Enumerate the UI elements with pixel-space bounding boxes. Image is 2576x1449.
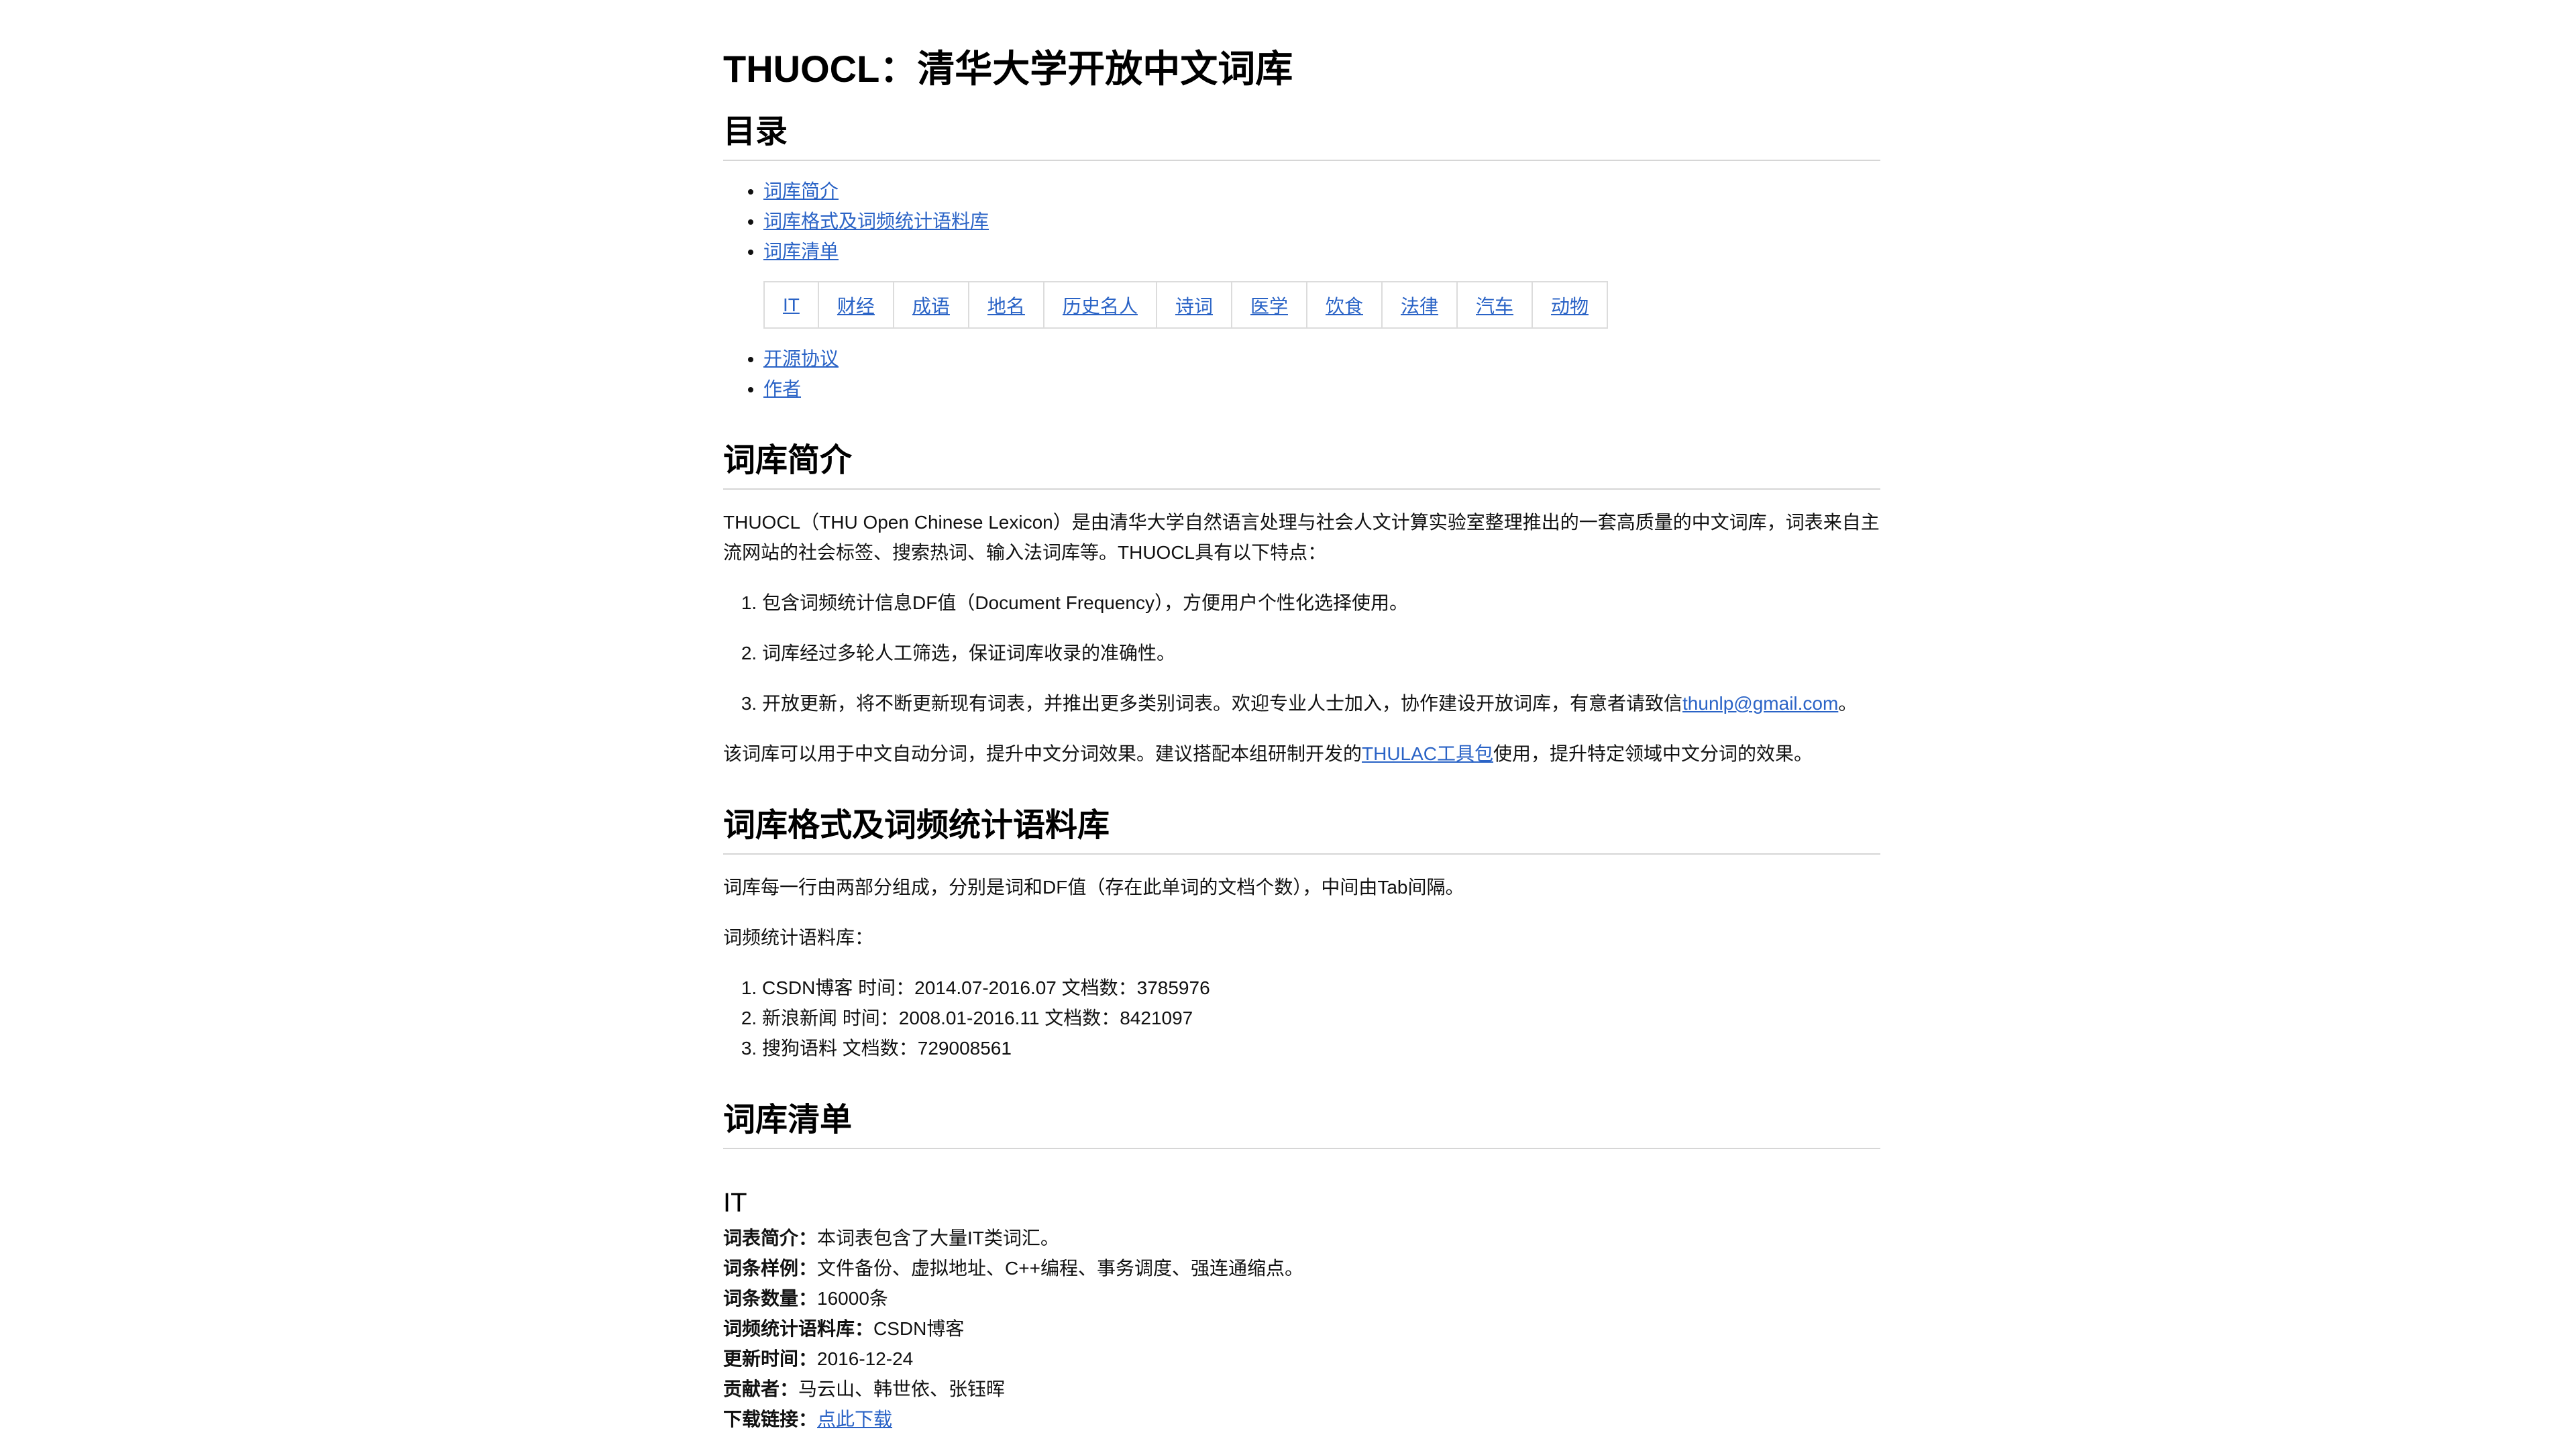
category-link-law[interactable]: 法律 [1401,296,1438,317]
toc-link-format[interactable]: 词库格式及词频统计语料库 [763,211,989,231]
toc-item: 开源协议 [763,343,1880,374]
toc-link-license[interactable]: 开源协议 [763,348,839,369]
category-cell: 法律 [1381,281,1458,329]
category-row: IT 财经 成语 地名 历史名人 诗词 医学 饮食 法律 汽车 动物 [763,281,1609,329]
category-cell: 地名 [967,281,1044,329]
download-link[interactable]: 点此下载 [817,1409,892,1430]
category-link-medical[interactable]: 医学 [1250,296,1288,317]
lexicon-info-row: 词条样例：文件备份、虚拟地址、C++编程、事务调度、强连通缩点。 [723,1258,1303,1279]
thulac-link[interactable]: THULAC工具包 [1362,743,1493,764]
category-table-wrapper: IT 财经 成语 地名 历史名人 诗词 医学 饮食 法律 汽车 动物 [763,281,1880,329]
category-cell: 诗词 [1155,281,1232,329]
feature-end: 。 [1838,693,1858,714]
category-link-poetry[interactable]: 诗词 [1175,296,1213,317]
corpus-item: CSDN博客 时间：2014.07-2016.07 文档数：3785976 [762,973,1880,1003]
category-cell: 医学 [1230,281,1307,329]
lexicon-info-row: 更新时间：2016-12-24 [723,1348,914,1369]
toc-item: 词库格式及词频统计语料库 [763,206,1880,236]
corpus-item: 新浪新闻 时间：2008.01-2016.11 文档数：8421097 [762,1003,1880,1033]
category-cell: 成语 [892,281,969,329]
toc-heading: 目录 [723,107,1880,161]
feature-item: 开放更新，将不断更新现有词表，并推出更多类别词表。欢迎专业人士加入，协作建设开放… [762,688,1880,718]
lexicon-info-row: 词条数量：16000条 [723,1288,888,1309]
corpus-item: 搜狗语料 文档数：729008561 [762,1033,1880,1063]
email-link[interactable]: thunlp@gmail.com [1682,693,1838,714]
lexicon-info-row: 词表简介：本词表包含了大量IT类词汇。 [723,1228,1059,1248]
category-link-idiom[interactable]: 成语 [912,296,950,317]
lexicon-info-row: 词频统计语料库：CSDN博客 [723,1318,965,1339]
page-title: THUOCL：清华大学开放中文词库 [723,48,1293,90]
category-cell: IT [763,281,819,329]
category-cell: 动物 [1532,281,1609,329]
toc-list: 词库简介 词库格式及词频统计语料库 词库清单 [723,176,1880,266]
info-key: 词频统计语料库 [723,1318,855,1339]
format-heading: 词库格式及词频统计语料库 [723,801,1880,855]
info-value: 文件备份、虚拟地址、C++编程、事务调度、强连通缩点。 [817,1258,1303,1279]
feature-item: 包含词频统计信息DF值（Document Frequency），方便用户个性化选… [762,588,1880,618]
category-cell: 饮食 [1305,281,1383,329]
category-link-car[interactable]: 汽车 [1476,296,1513,317]
info-value: 本词表包含了大量IT类词汇。 [817,1228,1059,1248]
corpus-list: CSDN博客 时间：2014.07-2016.07 文档数：3785976 新浪… [723,973,1880,1063]
toc-item: 作者 [763,374,1880,404]
usage-text-end: 使用，提升特定领域中文分词的效果。 [1493,743,1813,764]
section-intro: 词库简介 THUOCL（THU Open Chinese Lexicon）是由清… [723,436,1880,769]
lexicon-download-row: 下载链接：点此下载 [723,1409,893,1430]
feature-text: 开放更新，将不断更新现有词表，并推出更多类别词表。欢迎专业人士加入，协作建设开放… [762,693,1683,714]
info-key: 贡献者 [723,1379,780,1399]
category-link-it[interactable]: IT [783,294,800,315]
info-key: 词条样例 [723,1258,799,1279]
usage-text: 该词库可以用于中文自动分词，提升中文分词效果。建议搭配本组研制开发的 [723,743,1362,764]
category-link-history[interactable]: 历史名人 [1063,296,1138,317]
info-key: 下载链接 [723,1409,799,1430]
lexicon-info-row: 贡献者：马云山、韩世依、张钰晖 [723,1379,1006,1399]
feature-list: 包含词频统计信息DF值（Document Frequency），方便用户个性化选… [723,588,1880,718]
category-link-animal[interactable]: 动物 [1551,296,1589,317]
toc-list-after: 开源协议 作者 [723,343,1880,404]
it-lexicon-block: IT 词表简介：本词表包含了大量IT类词汇。 词条样例：文件备份、虚拟地址、C+… [723,1183,1880,1434]
info-value: CSDN博客 [873,1318,965,1339]
toc-link-intro[interactable]: 词库简介 [763,180,839,201]
toc-item: 词库简介 [763,176,1880,206]
section-format: 词库格式及词频统计语料库 词库每一行由两部分组成，分别是词和DF值（存在此单词的… [723,801,1880,1063]
category-link-finance[interactable]: 财经 [837,296,875,317]
info-value: 16000条 [817,1288,888,1309]
feature-item: 词库经过多轮人工筛选，保证词库收录的准确性。 [762,638,1880,668]
info-key: 词条数量 [723,1288,799,1309]
toc-link-list[interactable]: 词库清单 [763,241,839,262]
usage-paragraph: 该词库可以用于中文自动分词，提升中文分词效果。建议搭配本组研制开发的THULAC… [723,739,1880,769]
category-cell: 汽车 [1456,281,1534,329]
info-value: 马云山、韩世依、张钰晖 [798,1379,1006,1399]
info-value: 2016-12-24 [817,1348,914,1369]
list-heading: 词库清单 [723,1095,1880,1149]
category-link-place[interactable]: 地名 [987,296,1025,317]
category-link-food[interactable]: 饮食 [1326,296,1363,317]
corpus-label: 词频统计语料库： [723,927,874,948]
intro-heading: 词库简介 [723,436,1880,490]
info-key: 词表简介 [723,1228,799,1248]
category-cell: 财经 [817,281,894,329]
format-paragraph: 词库每一行由两部分组成，分别是词和DF值（存在此单词的文档个数），中间由Tab间… [723,877,1464,898]
page-content: THUOCL：清华大学开放中文词库 目录 词库简介 词库格式及词频统计语料库 词… [723,39,1880,1434]
toc-item: 词库清单 [763,236,1880,266]
it-heading: IT [723,1188,747,1218]
category-cell: 历史名人 [1042,281,1157,329]
intro-paragraph: THUOCL（THU Open Chinese Lexicon）是由清华大学自然… [723,512,1880,563]
toc-link-author[interactable]: 作者 [763,378,801,399]
info-key: 更新时间 [723,1348,799,1369]
category-table: IT 财经 成语 地名 历史名人 诗词 医学 饮食 法律 汽车 动物 [763,281,1609,329]
section-list: 词库清单 IT 词表简介：本词表包含了大量IT类词汇。 词条样例：文件备份、虚拟… [723,1095,1880,1434]
